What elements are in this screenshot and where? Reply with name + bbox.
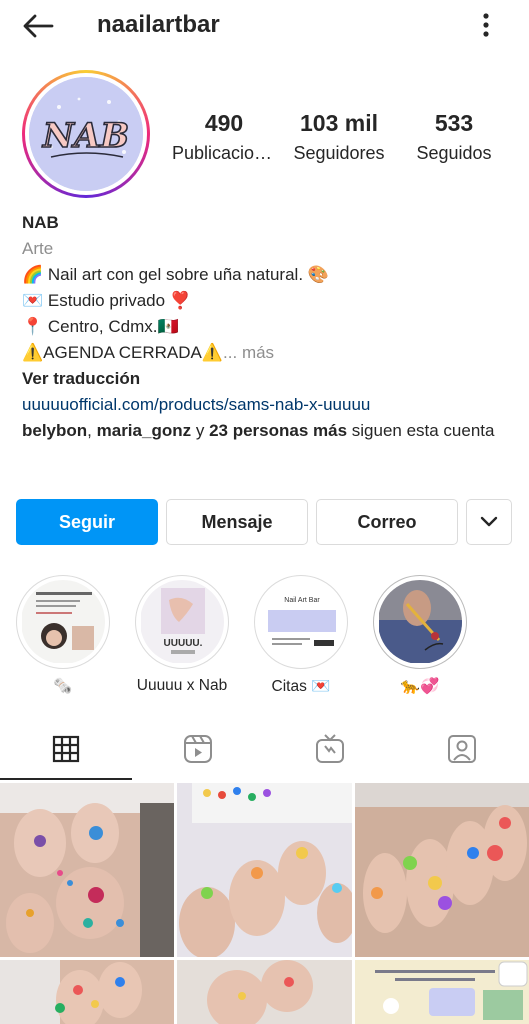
bio-line-text: ⚠️AGENDA CERRADA⚠️ [22, 343, 224, 362]
story-highlight[interactable]: 🐆💞 [373, 575, 467, 696]
post-image [355, 960, 529, 1024]
reels-icon [184, 735, 212, 763]
posts-label: Publicaciones [172, 143, 276, 163]
following-stat[interactable]: 533 Seguidos [410, 110, 498, 164]
tab-igtv[interactable] [264, 718, 396, 780]
avatar: NAB [29, 77, 143, 191]
post-image [355, 783, 529, 957]
grid-icon [52, 735, 80, 763]
nab-logo: NAB [29, 77, 143, 191]
followers-label: Seguidores [293, 143, 385, 163]
followed-by-text[interactable]: belybon, maria_gonz y 23 personas más si… [22, 418, 512, 444]
tab-reels[interactable] [132, 718, 264, 780]
follow-button[interactable]: Seguir [16, 499, 158, 545]
followed-by-user: belybon [22, 421, 88, 440]
tagged-icon [448, 735, 476, 763]
highlight-label: Uuuuu x Nab [136, 677, 228, 694]
bio-line: 🌈 Nail art con gel sobre uña natural. 🎨 [22, 265, 329, 284]
highlight-cover-image: UUUUU. [140, 580, 224, 663]
message-button[interactable]: Mensaje [166, 499, 308, 545]
chevron-down-icon [480, 516, 498, 527]
post-thumbnail[interactable] [0, 960, 174, 1024]
svg-text:Nail Art Bar: Nail Art Bar [284, 597, 320, 604]
suggested-accounts-button[interactable] [466, 499, 512, 545]
more-vertical-icon [483, 13, 489, 37]
followers-stat[interactable]: 103 mil Seguidores [287, 110, 391, 164]
posts-grid [0, 783, 529, 1024]
post-thumbnail[interactable] [0, 783, 174, 957]
story-highlight[interactable]: UUUUU. Uuuuu x Nab [135, 575, 229, 695]
following-count: 533 [434, 110, 474, 136]
highlight-cover [378, 580, 462, 664]
post-thumbnail[interactable] [355, 783, 529, 957]
back-button[interactable] [20, 10, 56, 42]
post-image [0, 783, 174, 957]
bio-more-link[interactable]: ... más [223, 343, 274, 362]
profile-bio: NAB Arte 🌈 Nail art con gel sobre uña na… [22, 210, 512, 444]
profile-username: naailartbar [97, 11, 220, 38]
see-translation-link[interactable]: Ver traducción [22, 366, 512, 392]
post-image [177, 783, 352, 957]
top-bar: naailartbar [0, 0, 529, 52]
story-highlight[interactable]: Nail Art Bar Citas 💌 [254, 575, 348, 696]
followed-by-user: maria_gonz [96, 421, 192, 440]
arrow-left-icon [23, 14, 54, 38]
bio-line: 📍 Centro, Cdmx.🇲🇽 [22, 317, 179, 336]
tab-tagged[interactable] [396, 718, 528, 780]
following-label: Seguidos [416, 143, 492, 163]
followers-count: 103 mil [300, 110, 378, 136]
display-name: NAB [22, 213, 59, 232]
post-image [0, 960, 174, 1024]
highlight-cover-image: Nail Art Bar [259, 580, 343, 663]
category-label: Arte [22, 239, 54, 258]
tab-posts-grid[interactable] [0, 718, 132, 780]
post-thumbnail[interactable] [177, 783, 352, 957]
igtv-icon [316, 734, 344, 763]
email-button[interactable]: Correo [316, 499, 458, 545]
story-highlight[interactable]: 🗞️ [16, 575, 110, 696]
followed-by-others: 23 personas más [209, 421, 348, 440]
highlight-label: 🗞️ [53, 678, 73, 695]
highlight-label: 🐆💞 [400, 678, 440, 695]
active-tab-indicator [0, 778, 132, 780]
posts-stat[interactable]: 490 Publicaciones [172, 110, 276, 164]
post-thumbnail[interactable] [355, 960, 529, 1024]
highlight-cover: UUUUU. [140, 580, 224, 664]
avatar-story-ring[interactable]: NAB [22, 70, 150, 198]
highlight-cover [21, 580, 105, 664]
posts-count: 490 [204, 110, 244, 136]
svg-text:UUUUU.: UUUUU. [163, 638, 202, 649]
bio-line-last: ⚠️AGENDA CERRADA⚠️... más [22, 340, 512, 366]
post-thumbnail[interactable] [177, 960, 352, 1024]
svg-text:NAB: NAB [42, 116, 129, 156]
highlight-cover-image [378, 580, 462, 663]
more-options-button[interactable] [476, 10, 496, 40]
highlight-label: Citas 💌 [271, 678, 331, 695]
highlight-cover-image [21, 580, 105, 663]
profile-tabs [0, 718, 529, 780]
post-image [177, 960, 352, 1024]
bio-line: 💌 Estudio privado ❣️ [22, 291, 191, 310]
highlight-cover: Nail Art Bar [259, 580, 343, 664]
bio-website-link[interactable]: uuuuuofficial.com/products/sams-nab-x-uu… [22, 392, 512, 418]
